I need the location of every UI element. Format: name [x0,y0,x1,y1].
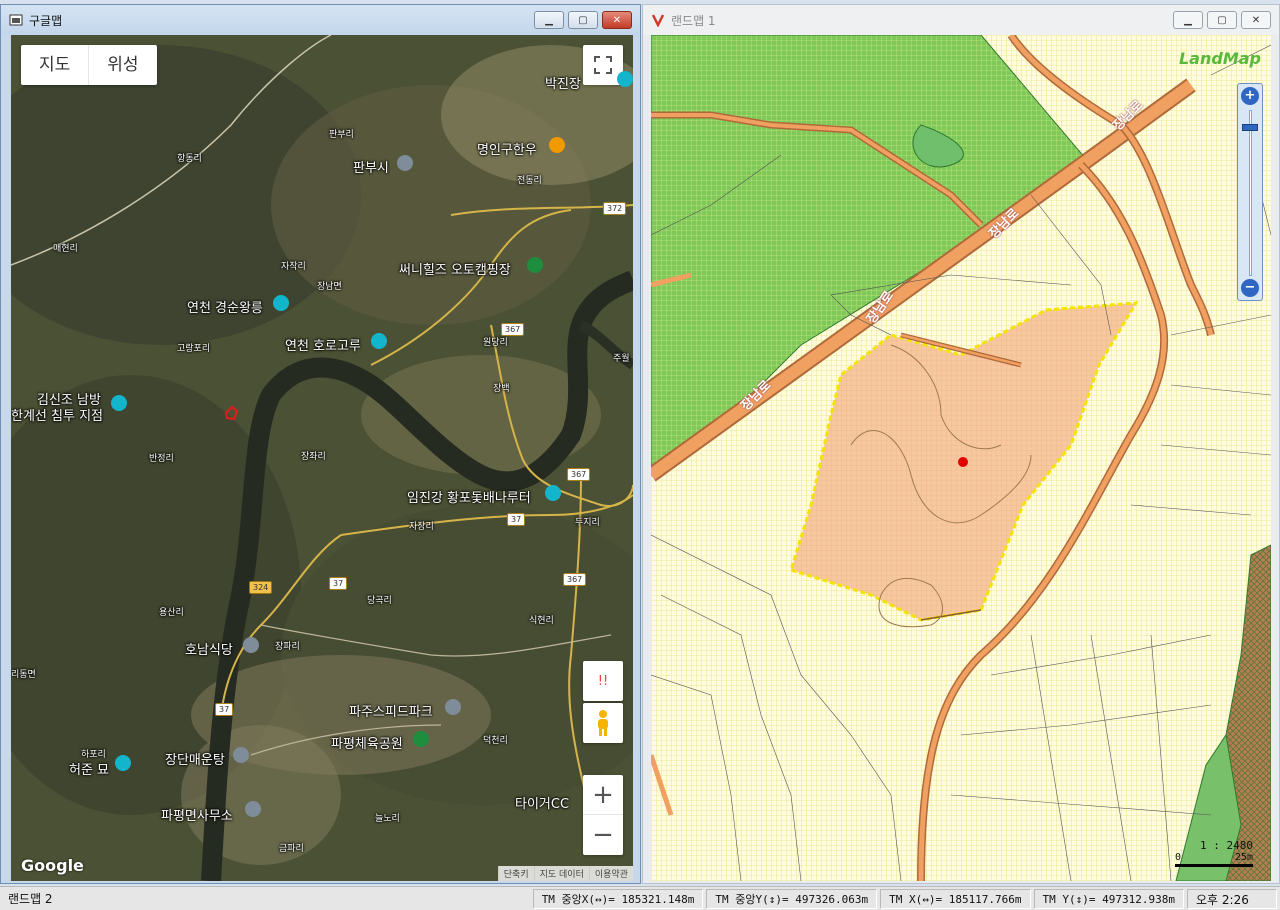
satellite-tab[interactable]: 위성 [89,45,156,85]
route-shield: 37 [329,577,348,590]
landmap-app-icon [651,14,665,27]
route-shield: 37 [215,703,234,716]
cadastral-drawing [651,35,1271,881]
scale-indicator: 1 : 2480 0 25m [1175,839,1253,867]
place-label[interactable]: 명인구한우 [477,139,537,158]
place-label[interactable]: 덕천리 [483,733,508,746]
place-label[interactable]: 연천 경순왕릉 [187,297,263,316]
maximize-button[interactable]: ▢ [1207,11,1237,29]
tm-center-x: TM 중앙X(↔)= 185321.148m [532,888,704,909]
close-button[interactable]: ✕ [602,11,632,29]
map-data-link[interactable]: 지도 데이터 [533,866,589,881]
place-label[interactable]: 연천 호로고루 [285,335,361,354]
clock: 오후 2:26 [1187,888,1277,909]
route-shield: 324 [249,581,273,594]
route-shield: 372 [603,202,627,215]
zoom-track[interactable] [1249,110,1252,276]
scale-length-label: 25m [1234,852,1253,863]
alert-button[interactable]: !! [583,661,623,701]
place-label[interactable]: 늘노리 [375,811,400,824]
place-label[interactable]: 장단매운탕 [165,749,225,768]
zoom-thumb[interactable] [1242,124,1258,131]
google-map-window: 구글맵 ▁ ▢ ✕ 지도 위성 !! + − 박진장 판부리 명인구한우 판부시… [0,4,641,884]
place-label[interactable]: 반정리 [149,451,174,464]
place-label[interactable]: 고랑포리 [177,341,210,354]
place-label[interactable]: 박진장 [545,73,581,92]
window-controls: ▁ ▢ ✕ [1173,11,1271,29]
terms-link[interactable]: 이용약관 [588,866,633,881]
place-label[interactable]: 호남식당 [185,639,233,658]
google-map-titlebar[interactable]: 구글맵 ▁ ▢ ✕ [1,5,640,35]
route-shield: 367 [567,468,591,481]
place-label[interactable]: 리동면 [11,667,36,680]
zoom-control: + − [583,775,623,855]
place-label[interactable]: 원당리 [483,335,508,348]
scale-bar: 0 25m [1175,852,1253,867]
zoom-out-button[interactable]: − [583,815,623,855]
scale-ratio: 1 : 2480 [1200,839,1253,852]
fullscreen-button[interactable] [583,45,623,85]
app-icon [9,14,23,26]
map-attribution: 단축키 지도 데이터 이용약관 [497,866,633,881]
place-label[interactable]: 타이거CC [515,793,569,812]
place-label[interactable]: 매현리 [53,241,78,254]
status-bar: 랜드맵 2 TM 중앙X(↔)= 185321.148m TM 중앙Y(↕)= … [0,886,1280,910]
place-label[interactable]: 당곡리 [367,593,392,606]
zoom-in-button[interactable]: + [583,775,623,815]
place-label[interactable]: 임진강 황포돛배나루터 [407,487,531,506]
place-label[interactable]: 파평면사무소 [161,805,233,824]
place-label[interactable]: 자작리 [281,259,306,272]
place-label[interactable]: 주월 [613,351,630,364]
place-label[interactable]: 파주스피드파크 [349,701,433,720]
place-label[interactable]: 판부리 [329,127,354,140]
route-shield: 367 [501,323,525,336]
scale-zero-label: 0 [1175,852,1182,863]
place-label[interactable]: 써니힐즈 오토캠핑장 [399,259,511,278]
place-label[interactable]: 장남면 [317,279,342,292]
window-title: 랜드맵 1 [671,13,716,28]
alert-icon: !! [597,673,609,689]
place-label[interactable]: 장파리 [275,639,300,652]
zoom-out-button[interactable]: − [1241,279,1259,297]
tm-y: TM Y(↕)= 497312.938m [1033,888,1184,909]
minimize-button[interactable]: ▁ [534,11,564,29]
place-label[interactable]: 식현리 [529,613,554,626]
place-label[interactable]: 전동리 [517,173,542,186]
place-label[interactable]: 판부시 [353,157,389,176]
fullscreen-icon [594,56,612,74]
zoom-slider[interactable]: + − [1237,83,1263,301]
map-tab[interactable]: 지도 [21,45,90,85]
map-type-control: 지도 위성 [21,45,157,85]
minimize-button[interactable]: ▁ [1173,11,1203,29]
landmap-window: 랜드맵 1 ▁ ▢ ✕ 장남로 장남로 장남로 장남로 LandMap + − … [642,4,1280,884]
place-label[interactable]: 파평체육공원 [331,733,403,752]
place-label[interactable]: 자장리 [409,519,434,532]
route-shield: 367 [563,573,587,586]
tm-x: TM X(↔)= 185117.766m [880,888,1031,909]
route-shield: 37 [507,513,526,526]
place-label[interactable]: 용산리 [159,605,184,618]
close-button[interactable]: ✕ [1241,11,1271,29]
place-label[interactable]: 한계선 침투 지점 [11,405,103,424]
maximize-button[interactable]: ▢ [568,11,598,29]
place-label[interactable]: 장좌리 [301,449,326,462]
landmap-logo: LandMap [1178,49,1261,68]
landmap-titlebar[interactable]: 랜드맵 1 ▁ ▢ ✕ [643,5,1279,35]
window-title: 구글맵 [29,13,63,28]
shortcuts-link[interactable]: 단축키 [497,866,534,881]
place-label[interactable]: 허준 묘 [69,759,109,778]
pegman-icon [598,710,608,736]
zoom-in-button[interactable]: + [1241,87,1259,105]
google-logo: Google [21,856,84,875]
status-title: 랜드맵 2 [8,891,53,906]
satellite-map[interactable]: 지도 위성 !! + − 박진장 판부리 명인구한우 판부시 항동리 전동리 매… [11,35,633,881]
place-label[interactable]: 금파리 [279,841,304,854]
place-label[interactable]: 장백 [493,381,510,394]
tm-center-y: TM 중앙Y(↕)= 497326.063m [706,888,878,909]
cadastral-map[interactable]: 장남로 장남로 장남로 장남로 LandMap + − 1 : 2480 0 2… [651,35,1271,881]
place-label[interactable]: 항동리 [177,151,202,164]
window-controls: ▁ ▢ ✕ [534,11,632,29]
place-label[interactable]: 두지리 [575,515,600,528]
street-view-pegman[interactable] [583,703,623,743]
